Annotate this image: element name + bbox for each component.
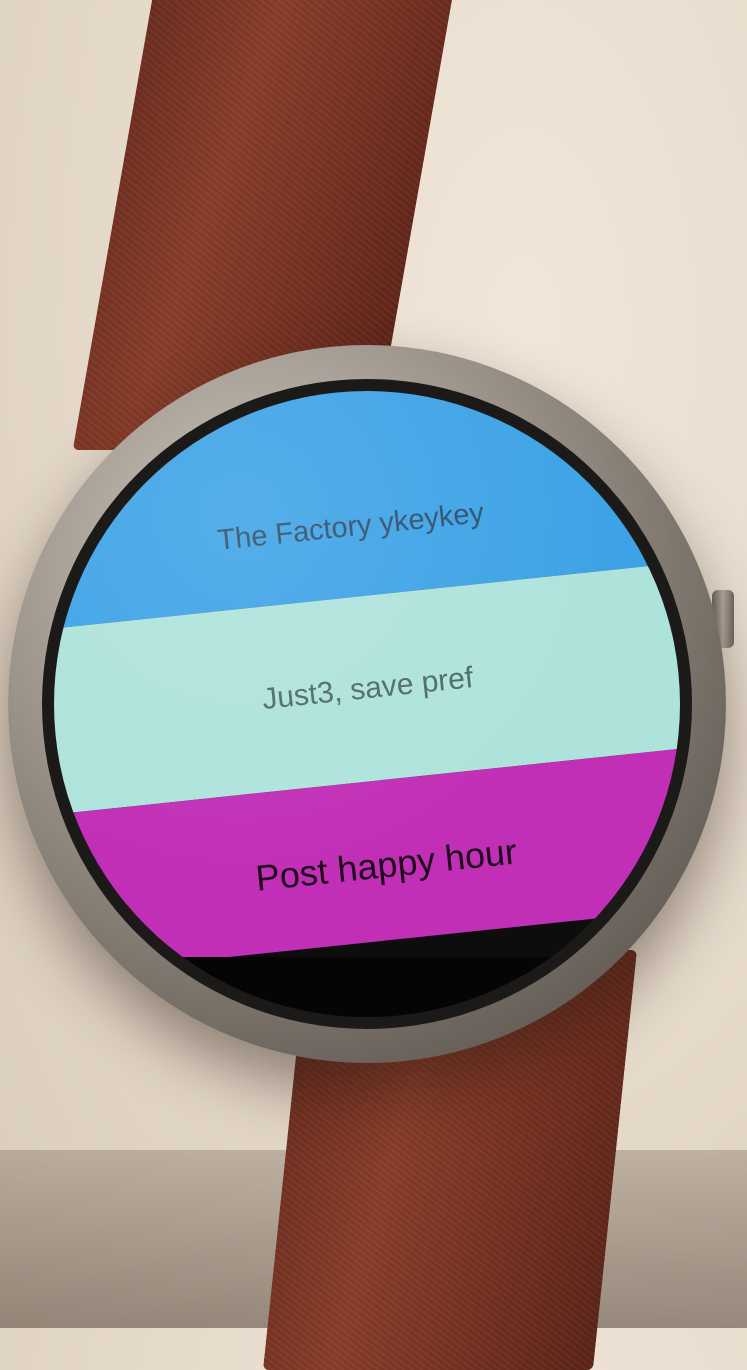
card-label: Just3, save pref (260, 660, 475, 716)
watch-screen: The Factory ykeykey Just3, save pref Pos… (54, 391, 680, 1017)
screen-bottom-bar (54, 957, 680, 1017)
card-label: Post happy hour (253, 830, 519, 899)
card-stack: The Factory ykeykey Just3, save pref Pos… (54, 391, 680, 1017)
card-label: The Factory ykeykey (215, 496, 486, 557)
watch-bezel-inner: The Factory ykeykey Just3, save pref Pos… (42, 379, 692, 1029)
watch-bezel: The Factory ykeykey Just3, save pref Pos… (8, 345, 726, 1063)
